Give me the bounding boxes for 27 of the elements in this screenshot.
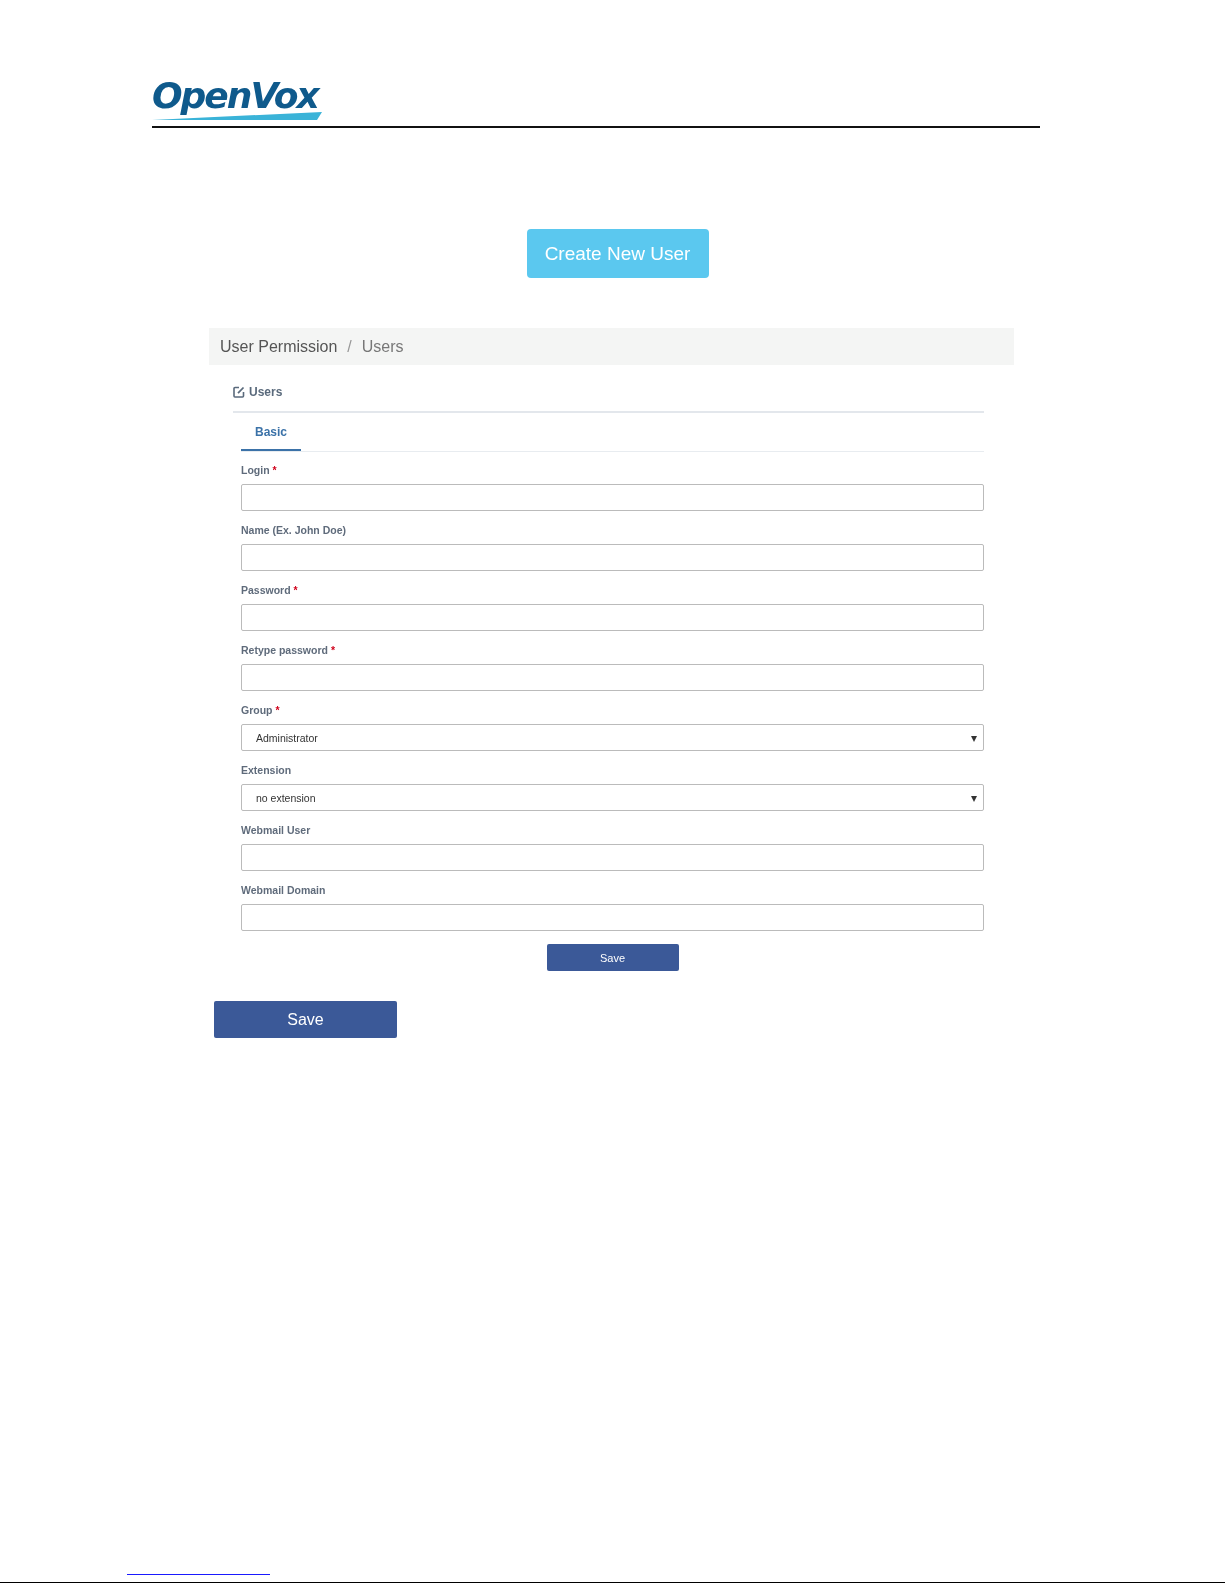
breadcrumb-item: Users [361, 337, 404, 356]
logo: OpenVox [152, 76, 322, 120]
field-label: Group * [241, 704, 281, 718]
field-label: Login * [241, 464, 278, 478]
save-button[interactable]: Save [546, 944, 679, 971]
caret-icon: ▾ [971, 790, 977, 805]
breadcrumb-item[interactable]: User Permission [220, 337, 338, 356]
field-label: Retype password * [241, 644, 337, 658]
caret-icon: ▾ [971, 730, 977, 745]
field-label: Name (Ex. John Doe) [241, 524, 348, 538]
edit-icon [233, 386, 245, 398]
panel-title: Users [249, 385, 283, 399]
input-field[interactable] [241, 484, 984, 511]
input-field[interactable] [241, 544, 984, 571]
input-field[interactable] [241, 604, 984, 631]
field-label: Webmail User [241, 824, 312, 838]
field-label: Webmail Domain [241, 884, 327, 898]
select-field[interactable]: no extension ▾ [241, 784, 984, 811]
field-label: Extension [241, 764, 293, 778]
field-label: Password * [241, 584, 299, 598]
save-button[interactable]: Save [214, 1001, 397, 1038]
tab[interactable]: Basic [241, 413, 302, 451]
breadcrumb-separator: / [347, 337, 352, 356]
input-field[interactable] [241, 844, 984, 871]
input-field[interactable] [241, 904, 984, 931]
input-field[interactable] [241, 664, 984, 691]
select-field[interactable]: Administrator ▾ [241, 724, 984, 751]
